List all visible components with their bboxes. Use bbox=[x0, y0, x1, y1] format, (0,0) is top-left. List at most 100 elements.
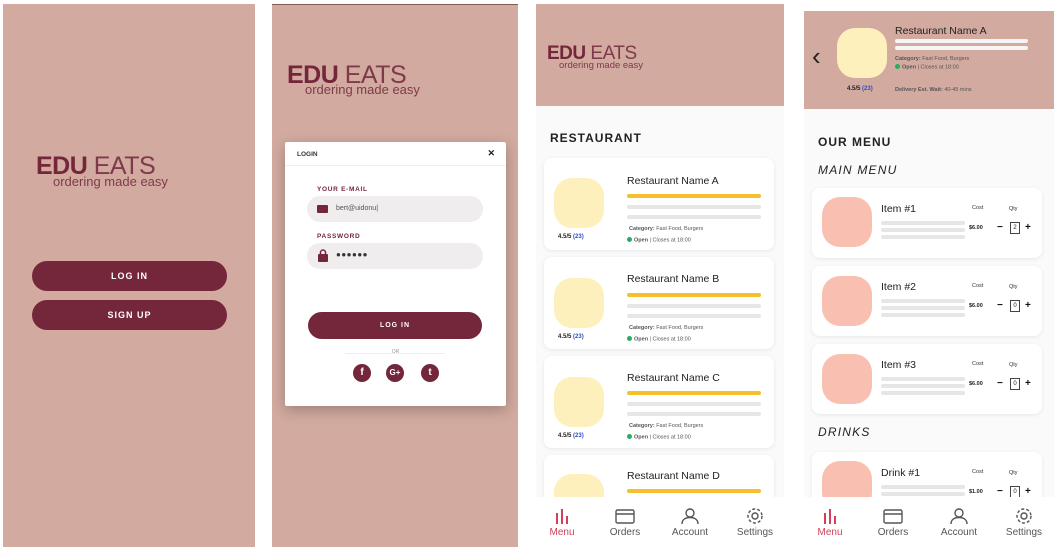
qty-label: Qty bbox=[1009, 362, 1018, 368]
category: Category: Fast Food, Burgers bbox=[629, 226, 704, 232]
placeholder-line bbox=[895, 39, 1028, 43]
nav-menu[interactable]: Menu bbox=[536, 507, 590, 538]
menu-item[interactable]: Item #2 Cost Qty $6.00 − 0 + bbox=[812, 266, 1042, 336]
restaurant-name: Restaurant Name C bbox=[627, 372, 720, 384]
login-modal: LOGIN ✕ YOUR E-MAIL bert@uidonu| PASSWOR… bbox=[285, 142, 506, 406]
restaurant-image bbox=[837, 28, 887, 78]
nav-account[interactable]: Account bbox=[662, 507, 718, 538]
placeholder-line bbox=[627, 402, 761, 406]
rating: 4.5/5 (23) bbox=[558, 234, 584, 240]
back-icon[interactable]: ‹ bbox=[812, 41, 821, 72]
bar-chart-icon bbox=[556, 509, 568, 524]
restaurant-name: Restaurant Name B bbox=[627, 273, 720, 285]
placeholder-line bbox=[627, 304, 761, 308]
welcome-screen: EDU EATS ordering made easy LOG IN SIGN … bbox=[3, 4, 255, 547]
envelope-icon bbox=[317, 205, 328, 213]
restaurant-card[interactable]: 4.5/5 (23) Restaurant Name B Category: F… bbox=[544, 257, 774, 349]
rating: 4.5/5 (23) bbox=[558, 334, 584, 340]
rating-bar bbox=[627, 293, 761, 297]
restaurant-name: Restaurant Name A bbox=[895, 25, 987, 37]
increment-button[interactable]: + bbox=[1025, 301, 1031, 311]
restaurant-name: Restaurant Name D bbox=[627, 470, 720, 482]
placeholder-line bbox=[881, 306, 965, 310]
placeholder-line bbox=[881, 485, 965, 489]
open-status: Open | Closes at 18:00 bbox=[895, 64, 959, 71]
qty-label: Qty bbox=[1009, 284, 1018, 290]
delivery-wait: Delivery Est. Wait: 40-45 mins bbox=[895, 87, 972, 93]
password-label: PASSWORD bbox=[317, 233, 361, 240]
placeholder-line bbox=[627, 215, 761, 219]
menu-item[interactable]: Item #1 Cost Qty $6.00 − 2 + bbox=[812, 188, 1042, 258]
restaurant-card[interactable]: 4.5/5 (23) Restaurant Name A Category: F… bbox=[544, 158, 774, 250]
google-plus-icon[interactable]: G+ bbox=[386, 364, 404, 382]
item-name: Drink #1 bbox=[881, 467, 921, 479]
category: Category: Fast Food, Burgers bbox=[629, 325, 704, 331]
card-icon bbox=[883, 509, 903, 524]
decrement-button[interactable]: − bbox=[997, 223, 1003, 233]
placeholder-line bbox=[895, 46, 1028, 50]
qty-label: Qty bbox=[1009, 470, 1018, 476]
placeholder-line bbox=[881, 235, 965, 239]
page-title: RESTAURANT bbox=[550, 131, 642, 145]
item-price: $1.00 bbox=[969, 489, 983, 495]
nav-settings[interactable]: Settings bbox=[727, 507, 783, 538]
restaurant-menu-screen: ‹ 4.5/5 (23) Restaurant Name A Category:… bbox=[804, 11, 1054, 547]
item-image bbox=[822, 276, 872, 326]
item-name: Item #3 bbox=[881, 359, 917, 371]
qty-label: Qty bbox=[1009, 206, 1018, 212]
restaurant-header: ‹ 4.5/5 (23) Restaurant Name A Category:… bbox=[804, 11, 1054, 109]
nav-orders[interactable]: Orders bbox=[597, 507, 653, 538]
modal-divider bbox=[285, 165, 506, 166]
menu-item[interactable]: Item #3 Cost Qty $6.00 − 0 + bbox=[812, 344, 1042, 414]
brand-tagline: ordering made easy bbox=[305, 82, 420, 97]
increment-button[interactable]: + bbox=[1025, 487, 1031, 497]
cost-label: Cost bbox=[972, 205, 984, 211]
item-price: $6.00 bbox=[969, 381, 983, 387]
nav-settings[interactable]: Settings bbox=[996, 507, 1052, 538]
twitter-icon[interactable]: t bbox=[421, 364, 439, 382]
decrement-button[interactable]: − bbox=[997, 487, 1003, 497]
signup-button[interactable]: SIGN UP bbox=[32, 300, 227, 330]
decrement-button[interactable]: − bbox=[997, 301, 1003, 311]
nav-account[interactable]: Account bbox=[931, 507, 987, 538]
increment-button[interactable]: + bbox=[1025, 223, 1031, 233]
login-screen: EDU EATS ordering made easy LOGIN ✕ YOUR… bbox=[272, 4, 518, 547]
open-status: Open | Closes at 18:00 bbox=[627, 336, 691, 343]
section-main-menu: MAIN MENU bbox=[818, 163, 898, 177]
category: Category: Fast Food, Burgers bbox=[895, 56, 970, 62]
email-value: bert@uidonu| bbox=[336, 205, 379, 212]
placeholder-line bbox=[881, 492, 965, 496]
placeholder-line bbox=[881, 221, 965, 225]
section-drinks: DRINKS bbox=[818, 425, 871, 439]
restaurant-card[interactable]: 4.5/5 (23) Restaurant Name C Category: F… bbox=[544, 356, 774, 448]
gear-icon bbox=[1016, 508, 1032, 524]
quantity-field[interactable]: 0 bbox=[1010, 378, 1020, 390]
placeholder-line bbox=[881, 313, 965, 317]
facebook-icon[interactable]: f bbox=[353, 364, 371, 382]
email-field[interactable]: bert@uidonu| bbox=[307, 196, 483, 222]
brand-tagline: ordering made easy bbox=[559, 60, 643, 71]
increment-button[interactable]: + bbox=[1025, 379, 1031, 389]
page-title: OUR MENU bbox=[818, 135, 892, 149]
close-icon[interactable]: ✕ bbox=[487, 148, 495, 159]
login-button[interactable]: LOG IN bbox=[32, 261, 227, 291]
nav-menu[interactable]: Menu bbox=[804, 507, 858, 538]
nav-orders[interactable]: Orders bbox=[865, 507, 921, 538]
lock-icon bbox=[318, 249, 328, 262]
quantity-field[interactable]: 0 bbox=[1010, 300, 1020, 312]
submit-login-button[interactable]: LOG IN bbox=[308, 312, 482, 339]
restaurant-image bbox=[554, 178, 604, 228]
password-field[interactable]: ●●●●●● bbox=[307, 243, 483, 269]
decrement-button[interactable]: − bbox=[997, 379, 1003, 389]
user-icon bbox=[950, 508, 968, 525]
placeholder-line bbox=[881, 377, 965, 381]
item-image bbox=[822, 197, 872, 247]
open-status: Open | Closes at 18:00 bbox=[627, 434, 691, 441]
email-label: YOUR E-MAIL bbox=[317, 186, 368, 193]
bar-chart-icon bbox=[824, 509, 836, 524]
category: Category: Fast Food, Burgers bbox=[629, 423, 704, 429]
cost-label: Cost bbox=[972, 469, 984, 475]
quantity-field[interactable]: 2 bbox=[1010, 222, 1020, 234]
restaurant-list-screen: EDU EATS ordering made easy RESTAURANT 4… bbox=[536, 4, 784, 547]
rating-bar bbox=[627, 194, 761, 198]
